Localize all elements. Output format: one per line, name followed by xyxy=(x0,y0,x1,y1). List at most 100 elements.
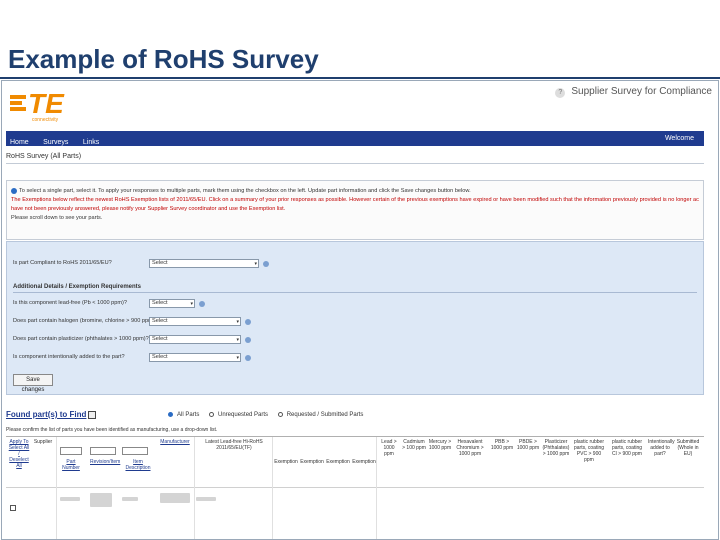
help-icon[interactable] xyxy=(263,261,269,267)
col-cadmium: Cadmium > 100 ppm xyxy=(402,439,426,451)
main-nav: Home Surveys Links Welcome xyxy=(6,131,704,146)
logo-subtitle: connectivity xyxy=(32,117,59,123)
col-intentionally-added: Intentionally added to part? xyxy=(648,439,675,457)
additional-details-title: Additional Details / Exemption Requireme… xyxy=(13,284,142,290)
col-select-all[interactable]: Apply To Select All / Deselect All xyxy=(8,439,30,469)
col-manufacturer[interactable]: Manufacturer xyxy=(160,439,190,445)
parts-filter-radios: All Parts Unrequested Parts Requested / … xyxy=(168,412,371,418)
filter-revision-input[interactable] xyxy=(90,447,116,455)
save-changes-button[interactable]: Save changes xyxy=(13,374,53,393)
plasticizer-select[interactable]: Select ▾ xyxy=(149,335,241,344)
radio-unrequested-label: Unrequested Parts xyxy=(218,412,269,419)
parts-table: Apply To Select All / Deselect All Suppl… xyxy=(6,436,704,539)
filter-part-number-input[interactable] xyxy=(60,447,82,455)
filter-description-input[interactable] xyxy=(122,447,148,455)
col-pbde: PBDE > 1000 ppm xyxy=(516,439,540,451)
survey-screenshot: TE connectivity ? Supplier Survey for Com… xyxy=(1,80,719,540)
form-label-halogen: Does part contain halogen (bromine, chlo… xyxy=(13,318,158,324)
title-divider xyxy=(0,77,720,79)
table-header-divider xyxy=(6,487,704,488)
radio-all-parts-label: All Parts xyxy=(177,412,200,419)
nav-surveys[interactable]: Surveys xyxy=(39,135,74,150)
nav-links[interactable]: Links xyxy=(79,135,105,150)
redacted-part-number xyxy=(60,497,80,501)
chevron-down-icon: ▾ xyxy=(254,261,257,267)
redacted-manufacturer xyxy=(196,497,216,501)
te-logo: TE connectivity xyxy=(10,89,64,125)
chevron-down-icon: ▾ xyxy=(236,337,239,343)
col-item-description[interactable]: Item Description xyxy=(122,459,154,471)
column-divider xyxy=(272,437,273,539)
col-revision[interactable]: Revision/Item xyxy=(90,459,120,465)
halogen-value: Select xyxy=(152,318,168,324)
parts-section-title: Found part(s) to Find xyxy=(6,410,97,419)
form-label-intentional: Is component intentionally added to the … xyxy=(13,354,125,360)
column-divider xyxy=(194,437,195,539)
form-label-rohs: Is part Compliant to RoHS 2011/65/EU? xyxy=(13,260,112,266)
instructions-line-1: To select a single part, select it. To a… xyxy=(19,188,471,194)
nav-home[interactable]: Home xyxy=(6,135,35,150)
col-pvc: plastic rubber parts, coating PVC > 900 … xyxy=(573,439,605,463)
column-divider xyxy=(56,437,57,539)
chevron-down-icon: ▾ xyxy=(190,301,193,307)
parts-section-title-text[interactable]: Found part(s) to Find xyxy=(6,410,86,419)
instructions-line-3: have not been previously answered, pleas… xyxy=(11,206,286,212)
lead-free-select[interactable]: Select ▾ xyxy=(149,299,195,308)
row-checkbox[interactable] xyxy=(10,505,16,511)
parts-note: Please confirm the list of parts you hav… xyxy=(6,427,218,433)
survey-app-title: ? Supplier Survey for Compliance xyxy=(555,86,712,98)
rohs-compliance-select[interactable]: Select ▾ xyxy=(149,259,259,268)
instructions-box: To select a single part, select it. To a… xyxy=(6,180,704,240)
column-divider xyxy=(376,437,377,539)
export-icon[interactable] xyxy=(88,410,97,419)
intentional-value: Select xyxy=(152,354,168,360)
intentional-select[interactable]: Select ▾ xyxy=(149,353,241,362)
radio-selected-icon xyxy=(168,412,173,417)
survey-app-title-text: Supplier Survey for Compliance xyxy=(571,86,712,97)
redacted-description xyxy=(160,493,190,503)
plasticizer-value: Select xyxy=(152,336,168,342)
chevron-down-icon: ▾ xyxy=(236,355,239,361)
col-pbb: PBB > 1000 ppm xyxy=(490,439,514,451)
col-mercury: Mercury > 1000 ppm xyxy=(428,439,452,451)
breadcrumb: RoHS Survey (All Parts) xyxy=(6,153,82,160)
col-exemption-3: Exemption xyxy=(326,459,350,465)
halogen-select[interactable]: Select ▾ xyxy=(149,317,241,326)
redacted-revision xyxy=(90,493,112,507)
col-exemption-4: Exemption xyxy=(352,459,376,465)
col-chlorine: plastic rubber parts, coating Cl > 900 p… xyxy=(611,439,643,457)
redacted-item xyxy=(122,497,138,501)
help-icon[interactable] xyxy=(245,337,251,343)
col-part-number[interactable]: Part Number xyxy=(60,459,82,471)
help-icon[interactable]: ? xyxy=(555,88,566,98)
col-supplier: Supplier xyxy=(33,439,53,445)
radio-requested-parts[interactable]: Requested / Submitted Parts xyxy=(277,412,368,419)
col-submitted: Submitted (Whole in EU) xyxy=(676,439,700,457)
radio-unrequested-parts[interactable]: Unrequested Parts xyxy=(209,412,272,418)
logo-text: TE xyxy=(28,88,64,119)
help-icon[interactable] xyxy=(199,301,205,307)
lead-free-value: Select xyxy=(152,300,168,306)
survey-form-panel: Is part Compliant to RoHS 2011/65/EU? Se… xyxy=(6,241,704,395)
col-latest-lead-free: Latest Lead-free Hi-RoHS 2011/65/EU(TF) xyxy=(205,439,263,451)
col-plasticizer: Plasticizer (Phthalates) > 1000 ppm xyxy=(542,439,570,457)
slide-title: Example of RoHS Survey xyxy=(8,44,319,74)
col-exemption-2: Exemption xyxy=(300,459,324,465)
instructions-line-4: Please scroll down to see your parts. xyxy=(11,215,103,221)
form-label-plasticizer: Does part contain plasticizer (phthalate… xyxy=(13,336,149,342)
additional-details-divider xyxy=(13,292,697,293)
chevron-down-icon: ▾ xyxy=(236,319,239,325)
rohs-compliance-value: Select xyxy=(152,260,168,266)
header-divider xyxy=(6,163,704,164)
instructions-line-2: The Exemptions below reflect the newest … xyxy=(11,197,699,203)
form-label-lead-free: Is this component lead-free (Pb < 1000 p… xyxy=(13,300,127,306)
col-exemption-1: Exemption xyxy=(274,459,298,465)
help-icon[interactable] xyxy=(245,319,251,325)
col-lead: Lead > 1000 ppm xyxy=(381,439,397,457)
radio-all-parts[interactable]: All Parts xyxy=(168,412,203,418)
radio-requested-label: Requested / Submitted Parts xyxy=(286,412,364,419)
help-icon[interactable] xyxy=(245,355,251,361)
radio-icon xyxy=(277,412,283,417)
nav-welcome[interactable]: Welcome xyxy=(661,131,700,146)
col-hexavalent-chromium: Hexavalent Chromium > 1000 ppm xyxy=(456,439,484,457)
